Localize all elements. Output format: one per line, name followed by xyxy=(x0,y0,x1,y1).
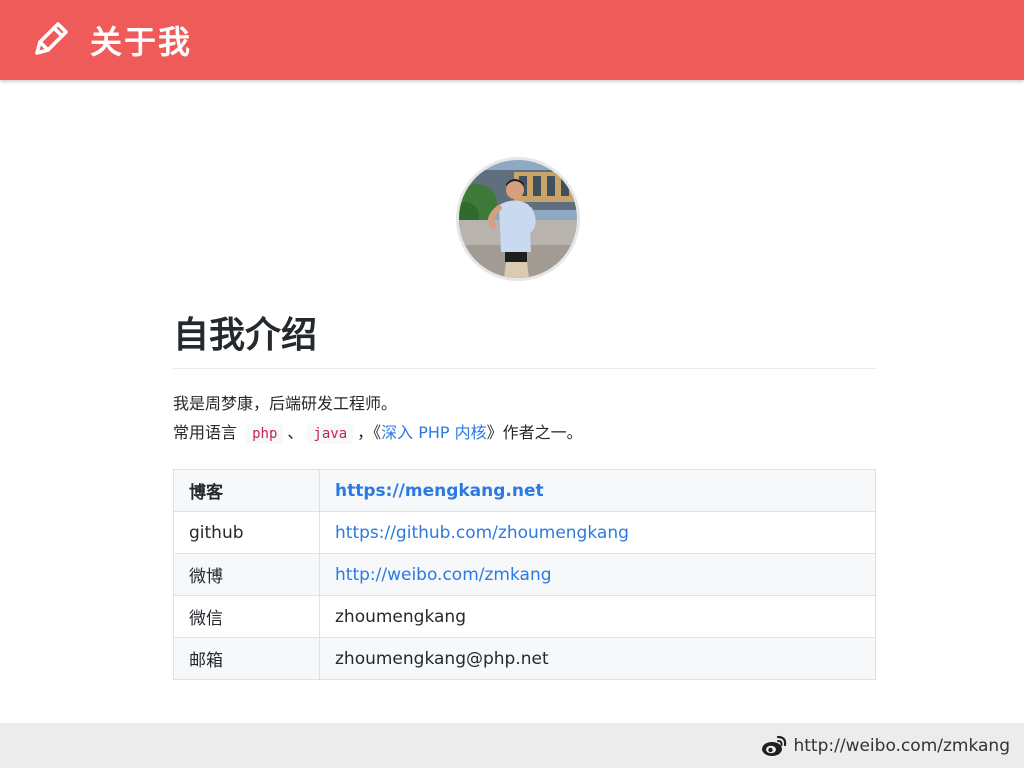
book-link[interactable]: 深入 PHP 内核 xyxy=(381,423,487,442)
section-heading: 自我介绍 xyxy=(173,300,876,369)
table-row: github https://github.com/zhoumengkang xyxy=(173,511,876,554)
weibo-icon xyxy=(762,735,787,756)
slide-header: 关于我 xyxy=(0,0,1024,80)
slide-title: 关于我 xyxy=(90,23,193,61)
separator: ，《 xyxy=(357,423,382,442)
row-value: zhoumengkang@php.net xyxy=(335,648,549,669)
intro-line-1: 我是周梦康，后端研发工程师。 xyxy=(173,394,398,413)
author-note: 》作者之一。 xyxy=(486,423,583,442)
row-value-cell: zhoumengkang@php.net xyxy=(319,637,876,680)
avatar-photo xyxy=(459,160,577,278)
slide-footer: http://weibo.com/zmkang xyxy=(0,723,1024,768)
table-row: 博客 https://mengkang.net xyxy=(173,469,876,512)
avatar xyxy=(456,157,580,281)
code-java: java xyxy=(307,424,354,444)
separator: 、 xyxy=(287,423,304,442)
row-value-cell: http://weibo.com/zmkang xyxy=(319,553,876,596)
row-value-cell: https://github.com/zhoumengkang xyxy=(319,511,876,554)
footer-url[interactable]: http://weibo.com/zmkang xyxy=(793,736,1010,756)
table-row: 微信 zhoumengkang xyxy=(173,595,876,638)
row-link[interactable]: https://github.com/zhoumengkang xyxy=(335,523,629,543)
row-label: 博客 xyxy=(173,469,320,512)
table-row: 微博 http://weibo.com/zmkang xyxy=(173,553,876,596)
row-link[interactable]: http://weibo.com/zmkang xyxy=(335,565,552,585)
row-label: 微信 xyxy=(173,595,320,638)
intro-line-2: 常用语言 php、 java ，《深入 PHP 内核》作者之一。 xyxy=(173,418,876,449)
row-value: zhoumengkang xyxy=(335,606,466,627)
intro-section: 自我介绍 我是周梦康，后端研发工程师。 常用语言 php、 java ，《深入 PH… xyxy=(173,300,876,680)
contact-table: 博客 https://mengkang.net github https://gith… xyxy=(173,469,876,680)
code-php: php xyxy=(246,424,284,444)
row-value-cell: zhoumengkang xyxy=(319,595,876,638)
row-label: github xyxy=(173,511,320,554)
pencil-icon xyxy=(35,22,68,55)
row-link[interactable]: https://mengkang.net xyxy=(335,481,544,501)
languages-label: 常用语言 xyxy=(173,423,238,442)
table-row: 邮箱 zhoumengkang@php.net xyxy=(173,637,876,680)
row-label: 微博 xyxy=(173,553,320,596)
intro-paragraph: 我是周梦康，后端研发工程师。 常用语言 php、 java ，《深入 PHP 内核》… xyxy=(173,389,876,449)
row-label: 邮箱 xyxy=(173,637,320,680)
row-value-cell: https://mengkang.net xyxy=(319,469,876,512)
